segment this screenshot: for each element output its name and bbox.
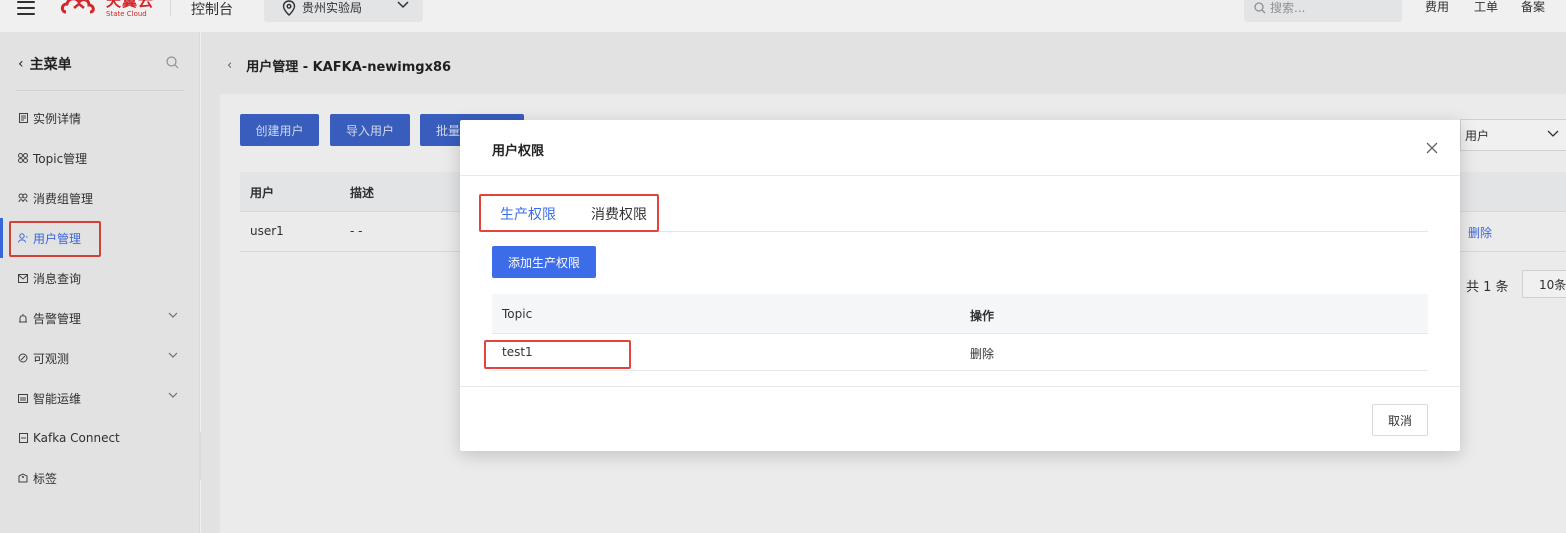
tab-produce-permission[interactable]: 生产权限: [500, 204, 556, 224]
divider: [460, 386, 1460, 387]
add-produce-permission-button[interactable]: 添加生产权限: [492, 246, 596, 278]
close-icon[interactable]: [1424, 140, 1440, 156]
column-header-action: 操作: [970, 309, 995, 323]
user-permission-dialog: 用户权限 生产权限 消费权限 添加生产权限 Topic 操作 test1 删除 …: [460, 120, 1460, 451]
permission-tabs: 生产权限 消费权限: [492, 196, 1428, 232]
topic-name-cell: test1: [502, 345, 533, 359]
delete-permission-link[interactable]: 删除: [970, 345, 994, 362]
column-header-topic: Topic: [502, 307, 533, 321]
divider: [460, 175, 1460, 176]
table-row: test1 删除: [492, 334, 1428, 371]
permission-table-header: Topic 操作: [492, 294, 1428, 334]
cancel-button[interactable]: 取消: [1372, 404, 1428, 436]
tab-consume-permission[interactable]: 消费权限: [591, 204, 647, 224]
dialog-title: 用户权限: [492, 144, 545, 159]
